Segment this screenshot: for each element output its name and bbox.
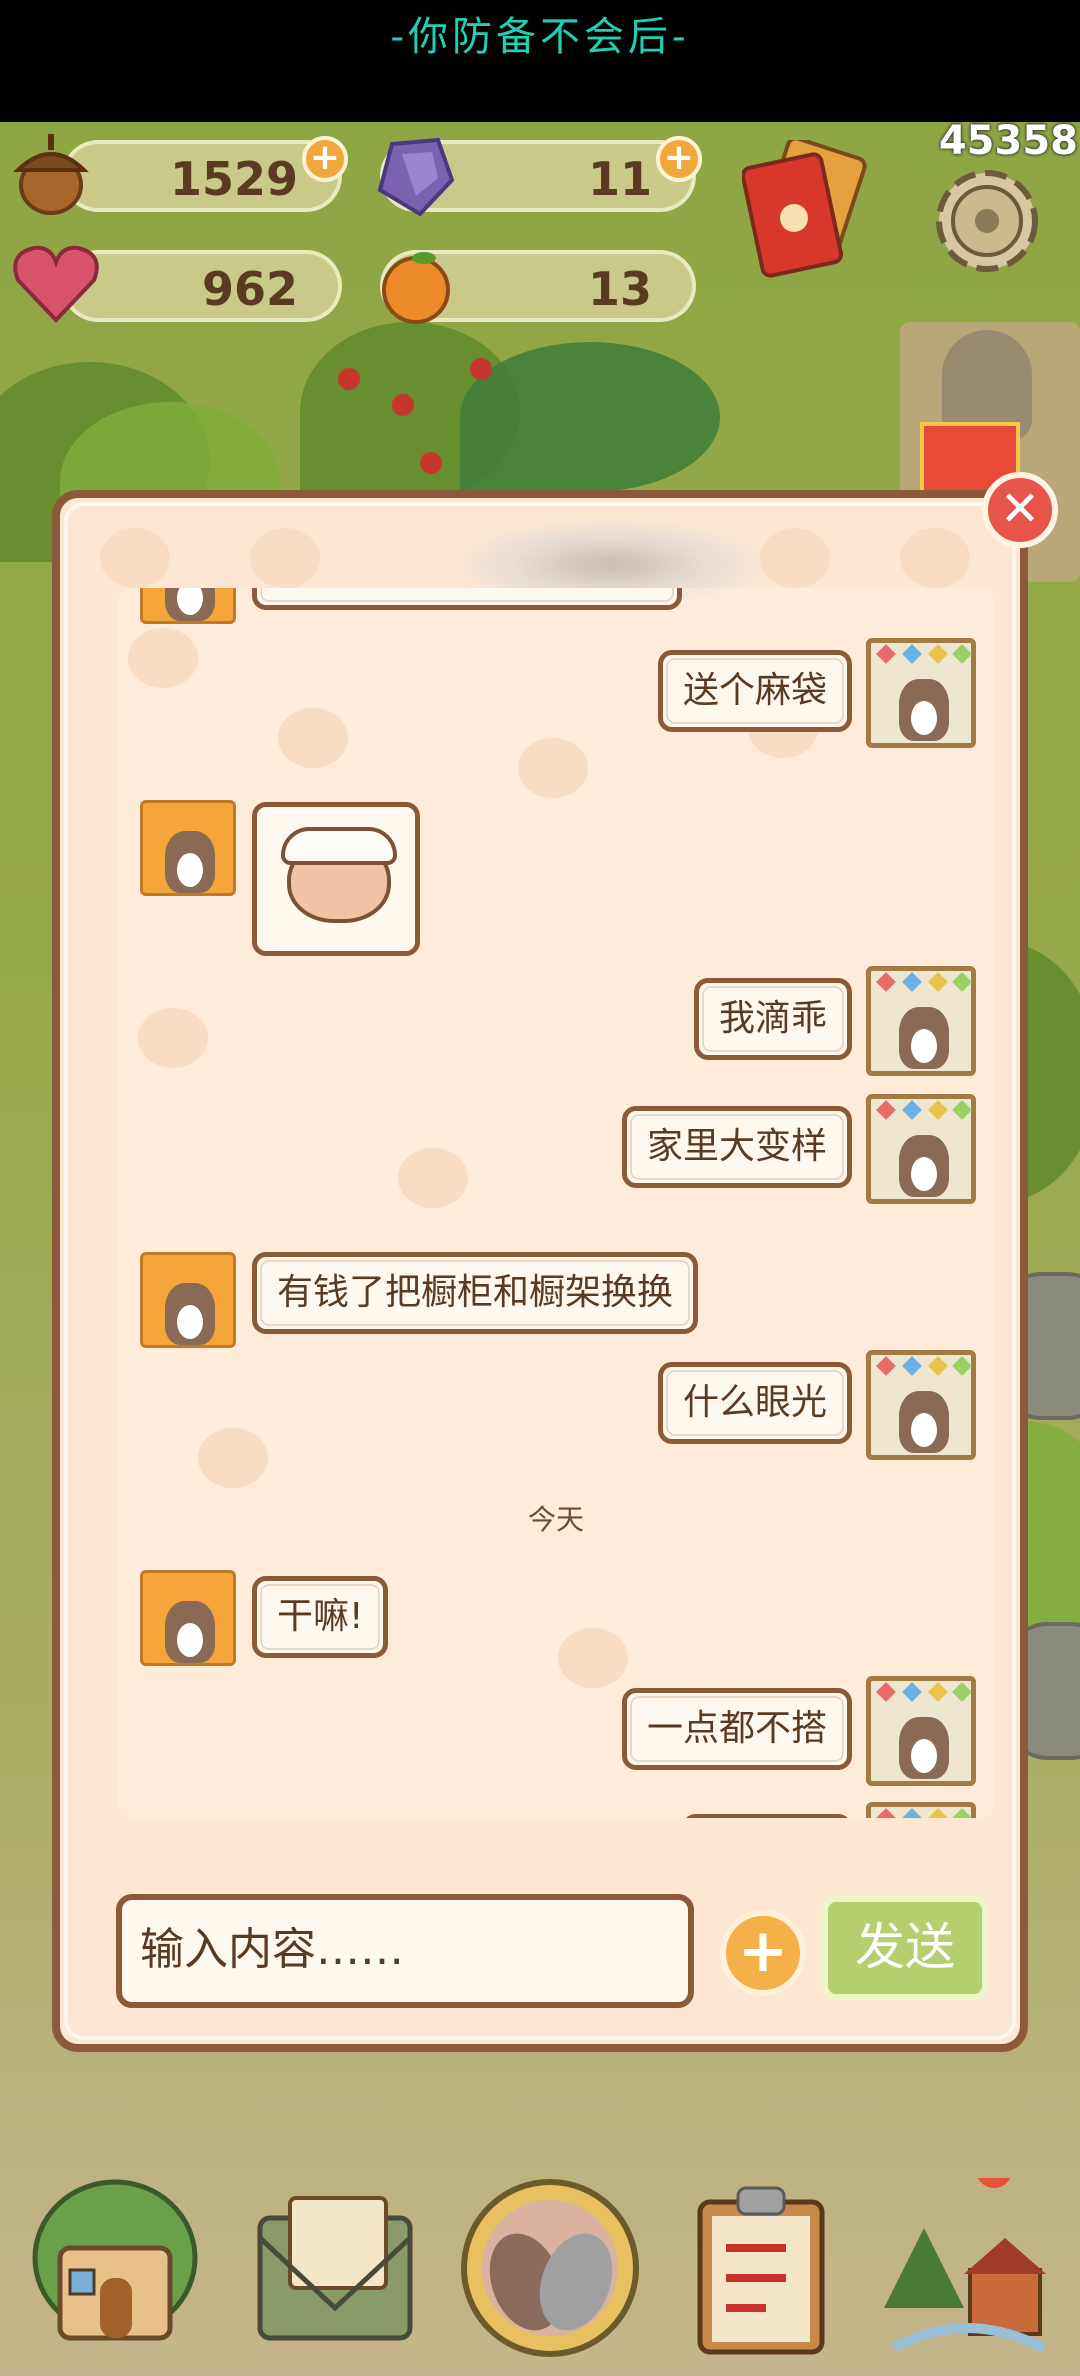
map-icon[interactable]: [874, 2152, 1054, 2358]
orange-icon: [374, 244, 458, 328]
chat-bubble-partial: [682, 1814, 852, 1818]
my-avatar[interactable]: [866, 966, 976, 1076]
heart-icon: [10, 240, 102, 326]
my-avatar[interactable]: [866, 1350, 976, 1460]
friend-avatar[interactable]: [140, 1570, 236, 1666]
close-dialog-button[interactable]: ✕: [982, 472, 1058, 548]
chat-dialog: 送个麻袋 我滴乖 家里大变样 有钱了把橱柜和橱架换换 什么眼光 今天 干嘛! 一…: [52, 490, 1028, 2052]
chat-bubble-partial: [252, 588, 682, 610]
status-bar: -你防备不会后-: [0, 0, 1080, 122]
message-input[interactable]: 输入内容……: [116, 1894, 694, 2008]
acorn-counter: 1529: [62, 140, 342, 212]
date-divider: 今天: [527, 1503, 584, 1536]
my-avatar[interactable]: [866, 1802, 976, 1818]
my-avatar[interactable]: [866, 1676, 976, 1786]
chat-bubble-mine: 送个麻袋: [657, 650, 852, 732]
bandaged-bun-sticker: [252, 802, 420, 956]
chat-history[interactable]: 送个麻袋 我滴乖 家里大变样 有钱了把橱柜和橱架换换 什么眼光 今天 干嘛! 一…: [118, 588, 994, 1818]
chat-bubble-friend: 有钱了把橱柜和橱架换换: [252, 1252, 699, 1334]
orange-count: 13: [587, 262, 652, 316]
chat-bubble-mine: 我滴乖: [693, 978, 852, 1060]
gem-icon: [372, 134, 458, 220]
letter-icon[interactable]: [250, 2178, 420, 2358]
send-button[interactable]: 发送: [822, 1896, 988, 2000]
house-icon[interactable]: [30, 2178, 200, 2358]
paw-icon[interactable]: [460, 2178, 640, 2358]
acorn-count: 1529: [169, 152, 298, 206]
my-avatar[interactable]: [866, 638, 976, 748]
gear-icon[interactable]: [922, 156, 1052, 286]
heart-counter: 962: [62, 250, 342, 322]
friend-avatar[interactable]: [140, 1252, 236, 1348]
heart-count: 962: [201, 262, 298, 316]
chat-bubble-mine: 什么眼光: [657, 1362, 852, 1444]
chat-bubble-friend: 干嘛!: [252, 1576, 389, 1658]
checklist-icon[interactable]: [686, 2178, 836, 2358]
my-avatar[interactable]: [866, 1094, 976, 1204]
acorn-icon: [8, 130, 94, 216]
add-gem-button[interactable]: +: [656, 136, 702, 182]
bush-decoration: [460, 342, 720, 492]
friend-avatar[interactable]: [140, 588, 236, 624]
friend-avatar[interactable]: [140, 800, 236, 896]
chat-bubble-mine: 家里大变样: [621, 1106, 852, 1188]
marquee-text: -你防备不会后-: [390, 14, 690, 60]
red-envelope-icon[interactable]: [740, 136, 872, 280]
add-acorn-button[interactable]: +: [302, 136, 348, 182]
add-attachment-button[interactable]: +: [720, 1910, 806, 1996]
gem-count: 11: [587, 152, 652, 206]
chat-bubble-mine: 一点都不搭: [621, 1688, 852, 1770]
